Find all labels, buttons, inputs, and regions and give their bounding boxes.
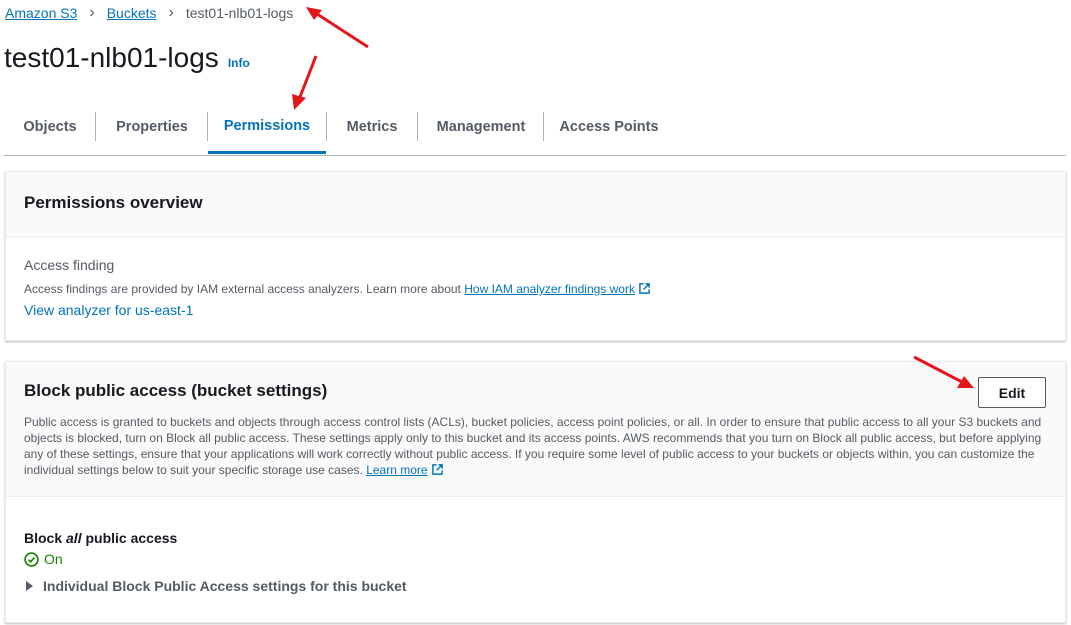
tab-metrics[interactable]: Metrics [326, 100, 418, 154]
tab-label: Properties [116, 119, 188, 135]
access-finding-label: Access finding [24, 257, 115, 273]
learn-more-link[interactable]: Learn more [366, 463, 443, 477]
tab-access-points[interactable]: Access Points [544, 100, 674, 154]
individual-settings-label: Individual Block Public Access settings … [43, 578, 407, 594]
tab-management[interactable]: Management [418, 100, 544, 154]
block-public-access-panel: Block public access (bucket settings) Ed… [5, 361, 1066, 623]
tab-objects[interactable]: Objects [4, 100, 96, 154]
tab-label: Access Points [559, 119, 659, 135]
block-public-access-title: Block public access (bucket settings) [24, 381, 328, 400]
view-analyzer-link[interactable]: View analyzer for us-east-1 [24, 302, 193, 318]
breadcrumb: Amazon S3 › Buckets › test01-nlb01-logs [5, 4, 293, 22]
annotation-arrow [306, 7, 369, 49]
page-title: test01-nlb01-logs Info [4, 42, 250, 74]
block-all-public-access-label: Block all public access [24, 530, 177, 546]
tab-label: Metrics [346, 119, 398, 135]
bucket-name: test01-nlb01-logs [4, 42, 219, 73]
breadcrumb-current: test01-nlb01-logs [185, 5, 294, 21]
edit-button[interactable]: Edit [978, 377, 1046, 408]
external-link-icon [639, 283, 650, 294]
caret-right-icon [26, 581, 33, 591]
status-indicator: On [24, 551, 63, 567]
permissions-overview-panel: Permissions overview Access finding Acce… [5, 171, 1066, 341]
external-link-icon [431, 464, 443, 475]
individual-settings-expander[interactable]: Individual Block Public Access settings … [24, 578, 407, 594]
block-public-access-description: Public access is granted to buckets and … [24, 414, 1054, 478]
access-finding-text: Access findings are provided by IAM exte… [24, 282, 461, 296]
info-link[interactable]: Info [228, 56, 250, 70]
chevron-right-icon: › [168, 4, 174, 21]
setting-suffix: public access [85, 530, 178, 546]
status-text: On [44, 551, 63, 567]
breadcrumb-buckets[interactable]: Buckets [107, 5, 157, 21]
tab-label: Permissions [223, 117, 311, 134]
breadcrumb-amazon-s3[interactable]: Amazon S3 [5, 5, 77, 21]
tab-label: Objects [23, 119, 77, 135]
description-text: Public access is granted to buckets and … [24, 415, 1042, 477]
chevron-right-icon: › [89, 4, 95, 21]
tab-bar: Objects Properties Permissions Metrics M… [4, 100, 1066, 156]
block-public-access-header: Block public access (bucket settings) Ed… [6, 362, 1065, 497]
iam-analyzer-findings-link-text: How IAM analyzer findings work [464, 282, 635, 296]
tab-properties[interactable]: Properties [96, 100, 208, 154]
setting-prefix: Block [24, 530, 63, 546]
tab-label: Management [436, 119, 526, 135]
tab-permissions[interactable]: Permissions [208, 100, 326, 154]
permissions-overview-title: Permissions overview [6, 172, 1065, 237]
check-circle-icon [24, 551, 39, 567]
setting-emphasis: all [66, 530, 82, 546]
learn-more-text: Learn more [366, 463, 428, 477]
tab-divider [326, 112, 327, 141]
access-finding-description: Access findings are provided by IAM exte… [24, 282, 650, 296]
iam-analyzer-findings-link[interactable]: How IAM analyzer findings work [464, 282, 650, 296]
